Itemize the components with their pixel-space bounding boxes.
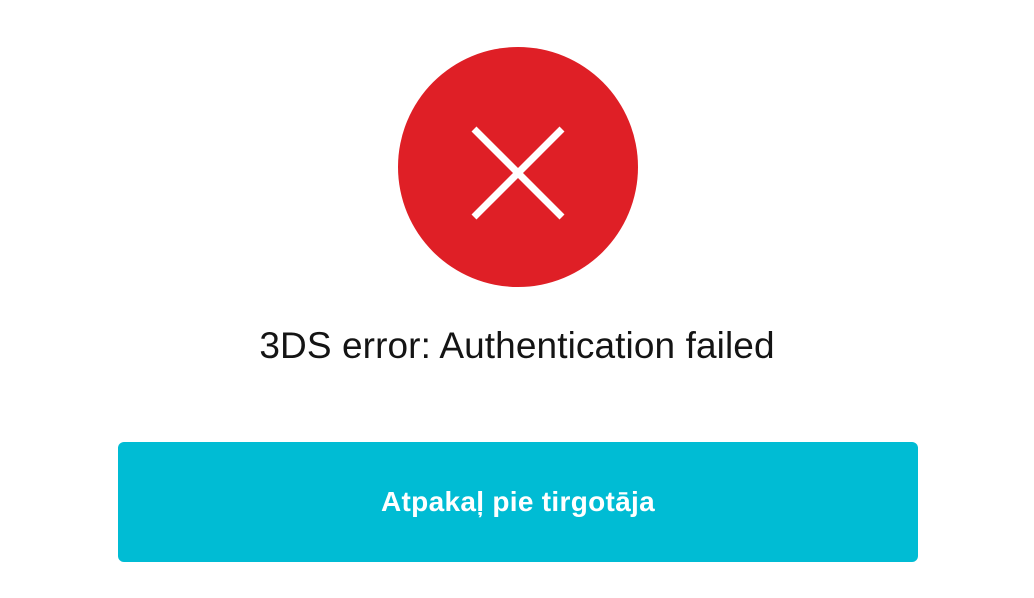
back-to-merchant-label: Atpakaļ pie tirgotāja (381, 486, 655, 517)
error-status-icon (398, 47, 638, 287)
close-icon (471, 126, 565, 220)
error-page: 3DS error: Authentication failed Atpakaļ… (0, 0, 1034, 598)
error-message: 3DS error: Authentication failed (259, 325, 775, 366)
back-to-merchant-button[interactable]: Atpakaļ pie tirgotāja (118, 442, 918, 562)
